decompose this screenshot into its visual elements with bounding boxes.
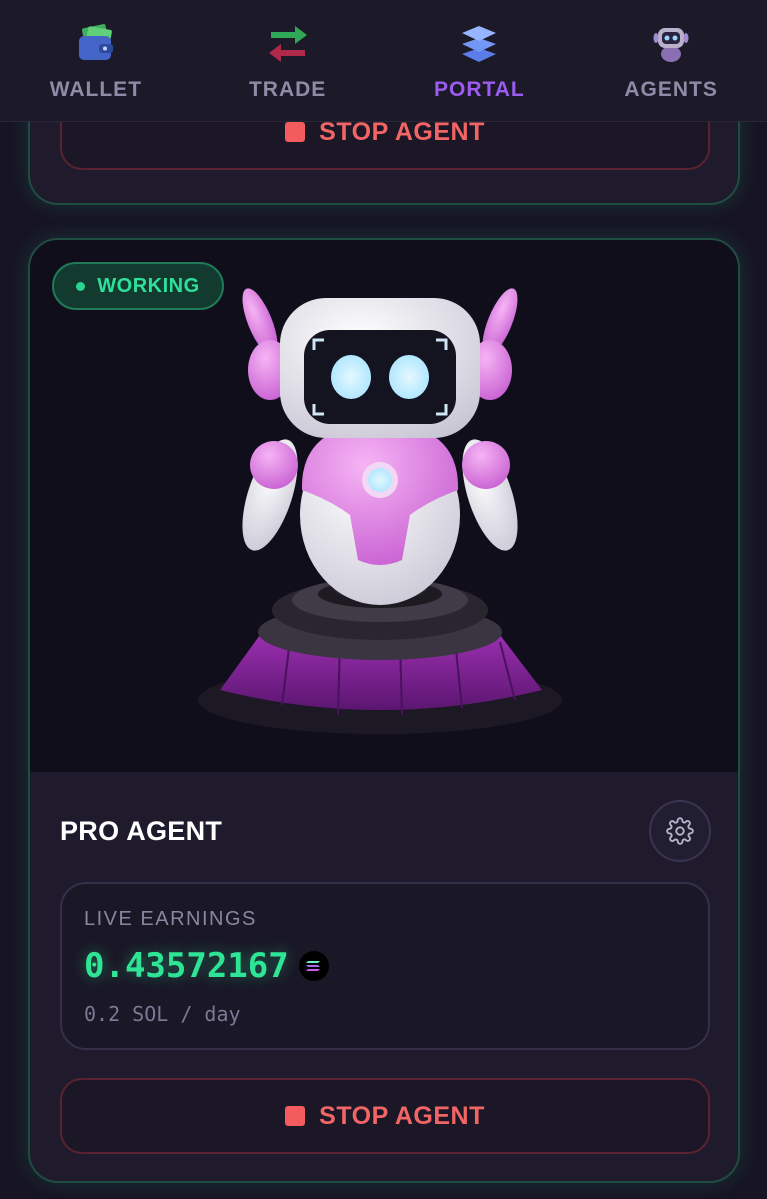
status-dot-icon [76,281,86,291]
robot-icon [653,28,689,62]
solana-icon [298,951,329,981]
stop-icon [285,122,306,142]
gear-icon [666,817,694,845]
wallet-icon [78,24,113,60]
agent-hero: WORKING [30,240,738,772]
tab-portal-label: PORTAL [433,78,525,101]
tab-portal[interactable]: PORTAL [384,0,576,121]
stop-agent-label: STOP AGENT [319,1101,485,1130]
tab-trade-label: TRADE [248,78,327,101]
earnings-value-row: 0.43572167 [84,946,329,986]
stop-agent-button[interactable]: STOP AGENT [60,1078,710,1154]
earnings-value: 0.43572167 [84,946,289,986]
portal-layers-icon [462,26,497,62]
trade-arrows-icon [268,26,307,62]
tab-agents-label: AGENTS [624,78,718,101]
earnings-label: LIVE EARNINGS [84,908,257,930]
tab-wallet[interactable]: WALLET [0,0,192,121]
settings-button[interactable] [649,800,711,862]
agent-name: PRO AGENT [60,816,223,846]
earnings-rate: 0.2 SOL / day [84,1002,241,1026]
stop-icon [285,1106,306,1126]
bottom-tab-bar: WALLET TRADE PORTAL AGENTS [0,0,767,122]
tab-trade[interactable]: TRADE [192,0,384,121]
agent-card: WORKING PRO AGENT LIVE EARNINGS 0.435721… [28,238,740,1183]
status-text: WORKING [97,274,200,297]
live-earnings-panel: LIVE EARNINGS 0.43572167 0.2 SOL / day [60,882,710,1050]
tab-agents[interactable]: AGENTS [575,0,767,121]
robot-illustration [198,288,562,734]
tab-wallet-label: WALLET [49,78,143,101]
